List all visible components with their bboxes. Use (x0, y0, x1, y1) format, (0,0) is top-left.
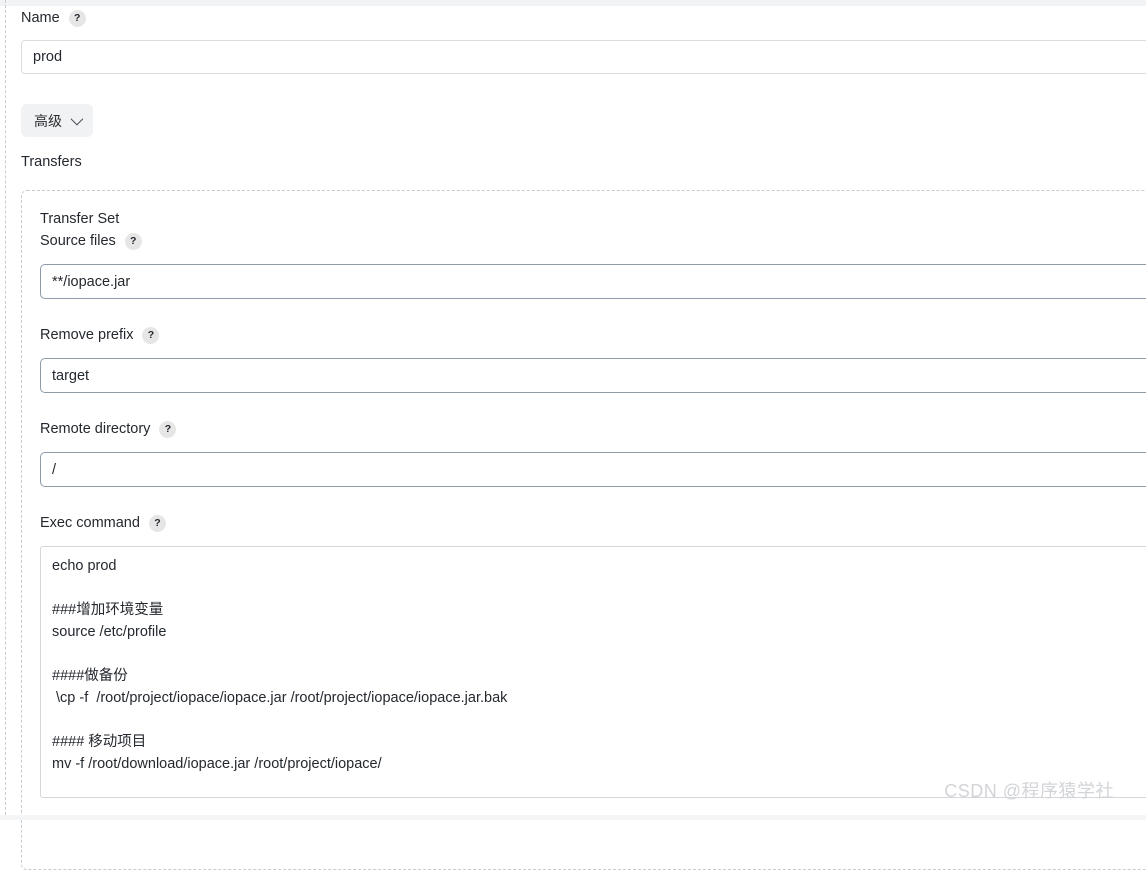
transfers-heading: Transfers (21, 154, 82, 170)
question-mark-icon[interactable]: ? (124, 232, 142, 250)
name-label-row: Name ? (21, 8, 86, 28)
remove-prefix-label-row: Remove prefix ? (40, 325, 1146, 345)
advanced-toggle-button[interactable]: 高级 (21, 104, 93, 137)
transfer-set-panel: Transfer Set Source files ? Remove prefi… (21, 190, 1146, 870)
remove-prefix-input[interactable] (40, 358, 1146, 393)
advanced-toggle-label: 高级 (34, 112, 62, 129)
remote-directory-input[interactable] (40, 452, 1146, 487)
remove-prefix-label: Remove prefix (40, 327, 134, 343)
name-label: Name (21, 10, 60, 26)
source-files-input[interactable] (40, 264, 1146, 299)
remote-directory-label: Remote directory (40, 421, 151, 437)
bottom-gray-strip (0, 815, 1146, 820)
question-mark-icon[interactable]: ? (148, 514, 166, 532)
config-form: Name ? 高级 Transfers Transfer Set Source … (0, 0, 1146, 870)
question-mark-icon[interactable]: ? (159, 420, 177, 438)
exec-command-label: Exec command (40, 515, 140, 531)
remote-directory-label-row: Remote directory ? (40, 419, 1146, 439)
exec-command-textarea[interactable] (40, 546, 1146, 798)
question-mark-icon[interactable]: ? (68, 9, 86, 27)
chevron-down-icon (70, 112, 84, 126)
transfer-set-title: Transfer Set (40, 211, 120, 227)
source-files-label: Source files (40, 233, 116, 249)
exec-command-label-row: Exec command ? (40, 513, 1146, 533)
name-input[interactable] (21, 40, 1146, 74)
source-files-label-row: Source files ? (40, 231, 1146, 251)
question-mark-icon[interactable]: ? (142, 326, 160, 344)
